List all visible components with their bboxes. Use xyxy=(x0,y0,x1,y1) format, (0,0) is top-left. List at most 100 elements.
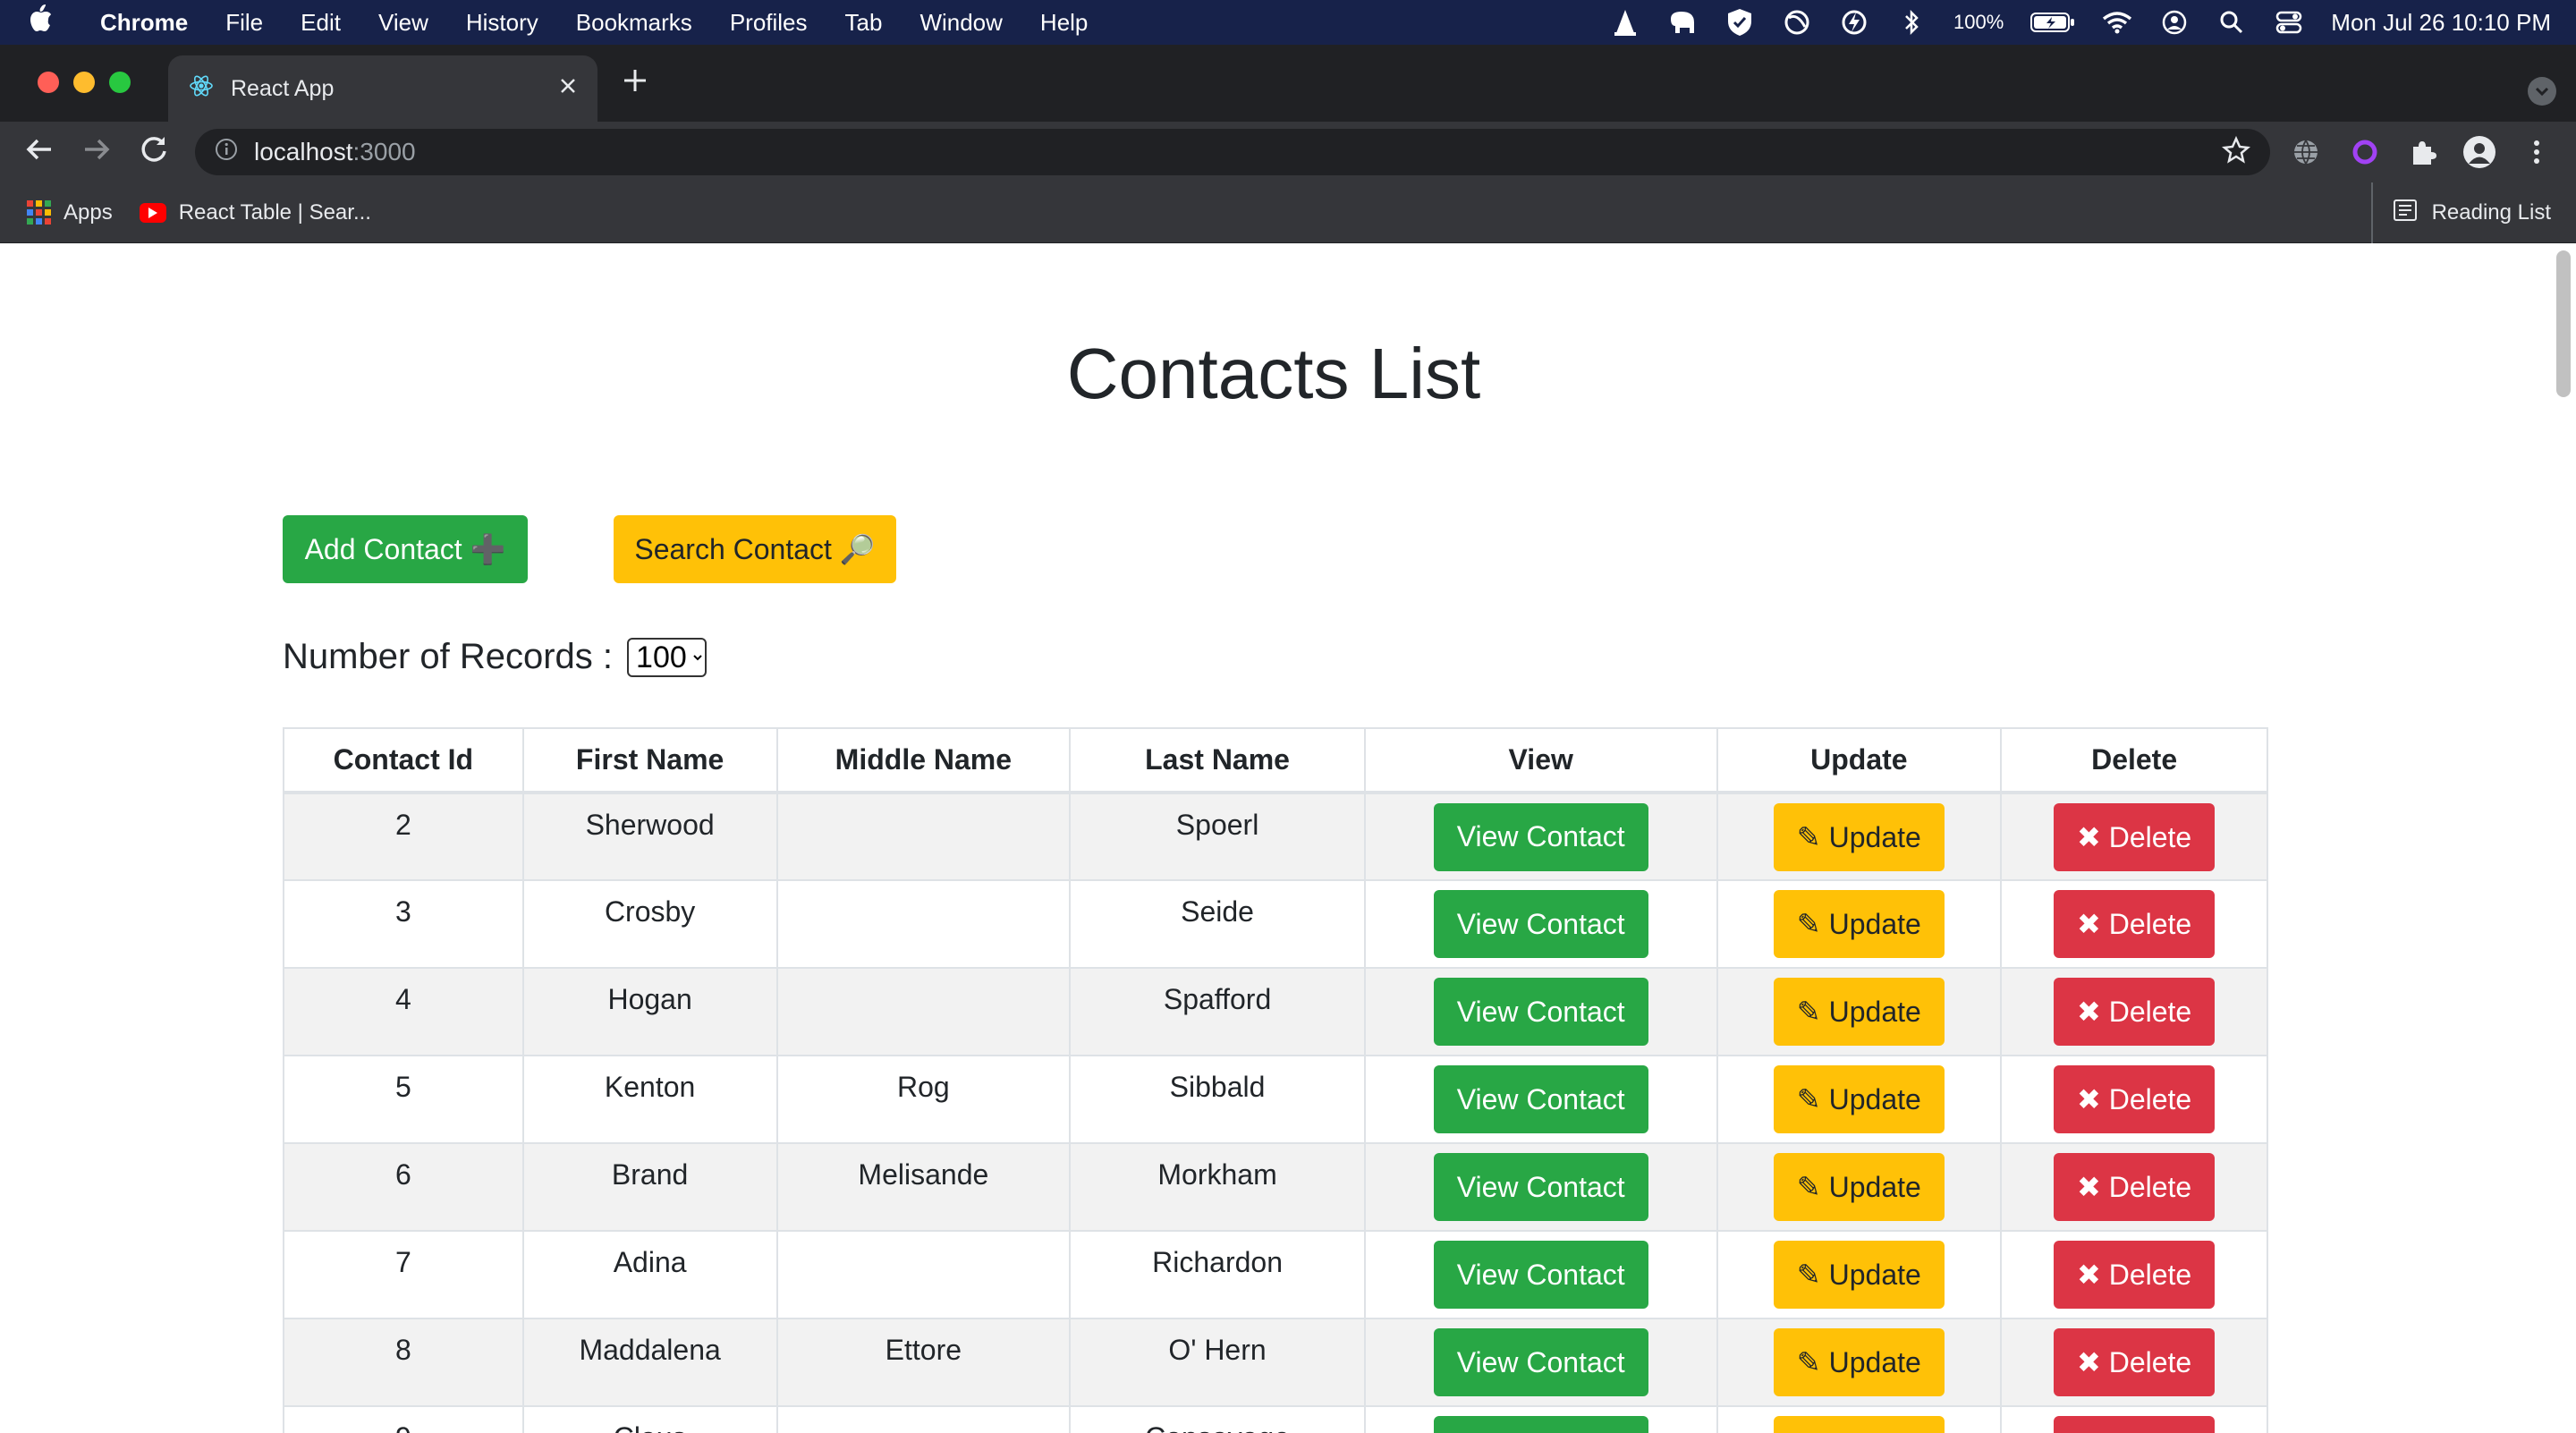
table-row: 8 Maddalena Ettore O' Hern View Contact … xyxy=(283,1318,2268,1407)
cell-delete: ✖ Delete xyxy=(2000,1055,2268,1144)
forward-arrow-icon[interactable] xyxy=(79,134,114,170)
delete-button[interactable]: ✖ Delete xyxy=(2054,802,2216,871)
apps-grid-icon xyxy=(27,200,51,225)
back-arrow-icon[interactable] xyxy=(21,134,57,170)
update-button[interactable]: ✎ Update xyxy=(1773,1065,1945,1133)
menu-file[interactable]: File xyxy=(225,9,263,37)
minimize-window-button[interactable] xyxy=(73,72,95,93)
globe-extension-icon[interactable] xyxy=(2290,136,2322,168)
browser-tab-active[interactable]: React App xyxy=(168,55,597,122)
cell-view: View Contact xyxy=(1363,967,1718,1056)
wifi-icon[interactable] xyxy=(2102,7,2132,38)
menu-history[interactable]: History xyxy=(466,9,538,37)
update-button[interactable]: ✎ Update xyxy=(1773,1241,1945,1309)
control-center-icon[interactable] xyxy=(2274,7,2304,38)
page-scrollbar[interactable] xyxy=(2556,250,2571,397)
delete-button[interactable]: ✖ Delete xyxy=(2054,978,2216,1046)
bolt-circle-icon[interactable] xyxy=(1839,7,1869,38)
cell-middle-name xyxy=(775,792,1072,881)
cell-view: View Contact xyxy=(1363,1055,1718,1144)
cell-contact-id: 7 xyxy=(283,1230,524,1319)
delete-button[interactable]: ✖ Delete xyxy=(2054,1416,2216,1433)
cell-last-name: Sibbald xyxy=(1069,1055,1366,1144)
new-tab-button[interactable] xyxy=(617,64,653,100)
site-info-icon[interactable] xyxy=(215,138,238,167)
bluetooth-icon[interactable] xyxy=(1896,7,1927,38)
menu-view[interactable]: View xyxy=(378,9,428,37)
table-row: 9 Claus Consavage View Contact ✎ Update … xyxy=(283,1405,2268,1433)
bookmark-apps[interactable]: Apps xyxy=(27,200,113,225)
menu-tab[interactable]: Tab xyxy=(845,9,883,37)
menu-edit[interactable]: Edit xyxy=(301,9,341,37)
apple-icon[interactable] xyxy=(27,4,80,41)
cell-delete: ✖ Delete xyxy=(2000,967,2268,1056)
view-contact-button[interactable]: View Contact xyxy=(1433,802,1648,871)
menu-help[interactable]: Help xyxy=(1040,9,1088,37)
cell-contact-id: 2 xyxy=(283,792,524,881)
update-button[interactable]: ✎ Update xyxy=(1773,1153,1945,1221)
vlc-cone-icon[interactable] xyxy=(1610,7,1640,38)
view-contact-button[interactable]: View Contact xyxy=(1433,1241,1648,1309)
cell-contact-id: 5 xyxy=(283,1055,524,1144)
cell-first-name: Crosby xyxy=(521,879,778,969)
delete-button[interactable]: ✖ Delete xyxy=(2054,1241,2216,1309)
menu-bookmarks[interactable]: Bookmarks xyxy=(576,9,692,37)
menu-profiles[interactable]: Profiles xyxy=(730,9,808,37)
table-row: 3 Crosby Seide View Contact ✎ Update ✖ D… xyxy=(283,879,2268,969)
view-contact-button[interactable]: View Contact xyxy=(1433,890,1648,958)
header-delete: Delete xyxy=(2000,727,2268,794)
extensions-puzzle-icon[interactable] xyxy=(2406,136,2438,168)
elephant-icon[interactable] xyxy=(1667,7,1698,38)
battery-icon[interactable] xyxy=(2030,7,2075,38)
add-contact-button[interactable]: Add Contact ➕ xyxy=(283,515,528,583)
close-window-button[interactable] xyxy=(38,72,59,93)
url-host: localhost xyxy=(254,138,353,165)
delete-button[interactable]: ✖ Delete xyxy=(2054,1153,2216,1221)
zoom-window-button[interactable] xyxy=(109,72,131,93)
header-first-name: First Name xyxy=(521,727,778,794)
view-contact-button[interactable]: View Contact xyxy=(1433,1065,1648,1133)
search-contact-button[interactable]: Search Contact 🔎 xyxy=(614,515,896,583)
cell-view: View Contact xyxy=(1363,879,1718,969)
no-sync-icon[interactable] xyxy=(1782,7,1812,38)
address-bar[interactable]: localhost:3000 xyxy=(195,129,2270,175)
cell-update: ✎ Update xyxy=(1716,1230,2003,1319)
battery-percent: 100% xyxy=(1953,11,2004,33)
update-button[interactable]: ✎ Update xyxy=(1773,890,1945,958)
records-select[interactable]: 100 xyxy=(627,637,708,677)
view-contact-button[interactable]: View Contact xyxy=(1433,1416,1648,1433)
cell-update: ✎ Update xyxy=(1716,1405,2003,1433)
menubar-clock[interactable]: Mon Jul 26 10:10 PM xyxy=(2331,9,2551,37)
bookmark-react-table[interactable]: React Table | Sear... xyxy=(139,200,371,225)
view-contact-button[interactable]: View Contact xyxy=(1433,1328,1648,1396)
update-button[interactable]: ✎ Update xyxy=(1773,802,1945,871)
user-account-icon[interactable] xyxy=(2159,7,2190,38)
menu-window[interactable]: Window xyxy=(919,9,1002,37)
view-contact-button[interactable]: View Contact xyxy=(1433,1153,1648,1221)
spotlight-search-icon[interactable] xyxy=(2216,7,2247,38)
shield-check-icon[interactable] xyxy=(1724,7,1755,38)
header-middle-name: Middle Name xyxy=(775,727,1072,794)
delete-button[interactable]: ✖ Delete xyxy=(2054,1328,2216,1396)
bookmark-star-icon[interactable] xyxy=(2222,135,2250,172)
tab-search-icon[interactable] xyxy=(2528,77,2556,106)
reading-list-label: Reading List xyxy=(2431,200,2551,225)
purple-circle-extension-icon[interactable] xyxy=(2349,136,2381,168)
menu-app-name[interactable]: Chrome xyxy=(100,9,188,37)
chrome-menu-icon[interactable] xyxy=(2521,136,2553,168)
reading-list-button[interactable]: Reading List xyxy=(2370,182,2551,243)
delete-button[interactable]: ✖ Delete xyxy=(2054,890,2216,958)
update-button[interactable]: ✎ Update xyxy=(1773,1416,1945,1433)
update-button[interactable]: ✎ Update xyxy=(1773,978,1945,1046)
table-row: 6 Brand Melisande Morkham View Contact ✎… xyxy=(283,1142,2268,1232)
tab-close-icon[interactable] xyxy=(558,76,578,102)
view-contact-button[interactable]: View Contact xyxy=(1433,978,1648,1046)
cell-middle-name: Melisande xyxy=(775,1142,1072,1232)
url-port: :3000 xyxy=(352,138,416,165)
reading-list-icon xyxy=(2393,199,2418,228)
delete-button[interactable]: ✖ Delete xyxy=(2054,1065,2216,1133)
reload-icon[interactable] xyxy=(136,134,172,170)
update-button[interactable]: ✎ Update xyxy=(1773,1328,1945,1396)
profile-avatar-icon[interactable] xyxy=(2463,136,2496,168)
cell-update: ✎ Update xyxy=(1716,879,2003,969)
